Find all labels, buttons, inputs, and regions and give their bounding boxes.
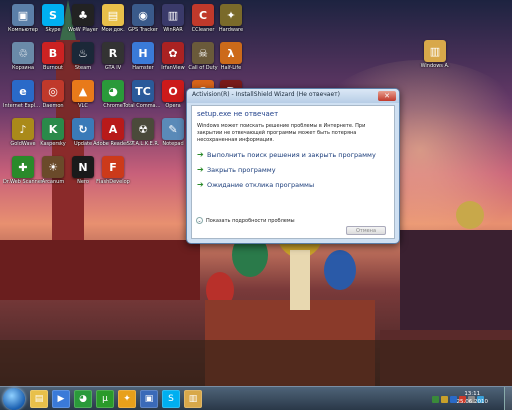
clock-date: 25.06.2010 [456,399,489,405]
taskbar-buttons: ▤ ▶ ◕ µ ✦ ▣ S ▥ [28,389,204,408]
app-icon: R [102,42,124,64]
show-desktop-button[interactable] [504,387,512,410]
details-label: Показать подробности проблемы [206,217,295,224]
start-button[interactable] [3,387,25,410]
option-find-solution[interactable]: ➔ Выполнить поиск решения и закрыть прог… [197,150,389,159]
green-arrow-icon: ➔ [197,165,204,174]
taskbar: ▤ ▶ ◕ µ ✦ ▣ S ▥ 13:11 25.06.2010 [0,386,512,410]
app-icon: B [42,42,64,64]
app-icon: TC [132,80,154,102]
clock[interactable]: 13:11 25.06.2010 [457,390,489,406]
app-icon: ✦ [220,4,242,26]
taskbar-button-player[interactable]: ▶ [52,389,70,408]
app-icon: ▥ [424,40,446,62]
desktop-icon-label: Hardware [218,27,244,33]
option-label: Закрыть программу [207,165,276,174]
app-icon: ♨ [72,42,94,64]
app-icon: λ [220,42,242,64]
green-arrow-icon: ➔ [197,150,204,159]
tray-icon[interactable] [432,395,439,403]
dialog-title: Activision(R) - InstallShield Wizard (Не… [192,91,341,98]
app-icon: ▤ [102,4,124,26]
app-icon: O [162,80,184,102]
not-responding-dialog: Activision(R) - InstallShield Wizard (Не… [186,88,400,244]
dialog-titlebar[interactable]: Activision(R) - InstallShield Wizard (Не… [187,89,399,103]
app-icon: ◕ [102,80,124,102]
option-label: Ожидание отклика программы [207,180,315,189]
option-wait-response[interactable]: ➔ Ожидание отклика программы [197,180,389,189]
desktop-icon[interactable]: ✦ Hardware [212,4,250,33]
taskbar-button-utorrent[interactable]: µ [96,389,114,408]
app-icon: C [192,4,214,26]
app-icon: F [102,156,124,178]
app-icon: ✿ [162,42,184,64]
close-button[interactable]: ✕ [378,91,396,101]
app-icon: ✚ [12,156,34,178]
show-details-toggle[interactable]: ⌄ Показать подробности проблемы [196,217,295,224]
app-icon: ☢ [132,118,154,140]
taskbar-button-skype[interactable]: S [162,389,180,408]
clock-time: 13:11 [464,391,481,397]
desktop-icon-label: Windows A. [420,63,450,69]
app-icon: ↻ [72,118,94,140]
dialog-heading: setup.exe не отвечает [197,110,279,118]
app-icon: S [42,4,64,26]
desktop-icon[interactable]: λ Half-Life [212,42,250,71]
app-icon: ♲ [12,42,34,64]
taskbar-button-installer[interactable]: ▣ [140,389,158,408]
app-icon: ▲ [72,80,94,102]
app-icon: ☀ [42,156,64,178]
chevron-down-icon: ⌄ [196,217,203,224]
desktop-icon-label: FlashDevelop [96,179,130,185]
app-icon: ✎ [162,118,184,140]
app-icon: ♣ [72,4,94,26]
app-icon: K [42,118,64,140]
desktop-icon-label: Half-Life [220,65,242,71]
app-icon: A [102,118,124,140]
app-icon: ▣ [12,4,34,26]
app-icon: N [72,156,94,178]
app-icon: H [132,42,154,64]
dialog-message: Windows может поискать решение проблемы … [197,123,366,143]
taskbar-button-chrome[interactable]: ◕ [74,389,92,408]
desktop-icon[interactable]: ▥ Windows A. [416,40,454,69]
app-icon: ☠ [192,42,214,64]
app-icon: ◎ [42,80,64,102]
dialog-body: setup.exe не отвечает Windows может поис… [191,105,395,239]
option-label: Выполнить поиск решения и закрыть програ… [207,150,376,159]
desktop-icon[interactable]: F FlashDevelop [94,156,132,185]
taskbar-button-folder[interactable]: ▥ [184,389,202,408]
app-icon: e [12,80,34,102]
app-icon: ♪ [12,118,34,140]
tray-icon[interactable] [441,395,448,403]
option-close-program[interactable]: ➔ Закрыть программу [197,165,389,174]
green-arrow-icon: ➔ [197,180,204,189]
taskbar-button-explorer[interactable]: ▤ [30,389,48,408]
app-icon: ▥ [162,4,184,26]
taskbar-button-winamp[interactable]: ✦ [118,389,136,408]
app-icon: ◉ [132,4,154,26]
cancel-button[interactable]: Отмена [346,226,386,235]
